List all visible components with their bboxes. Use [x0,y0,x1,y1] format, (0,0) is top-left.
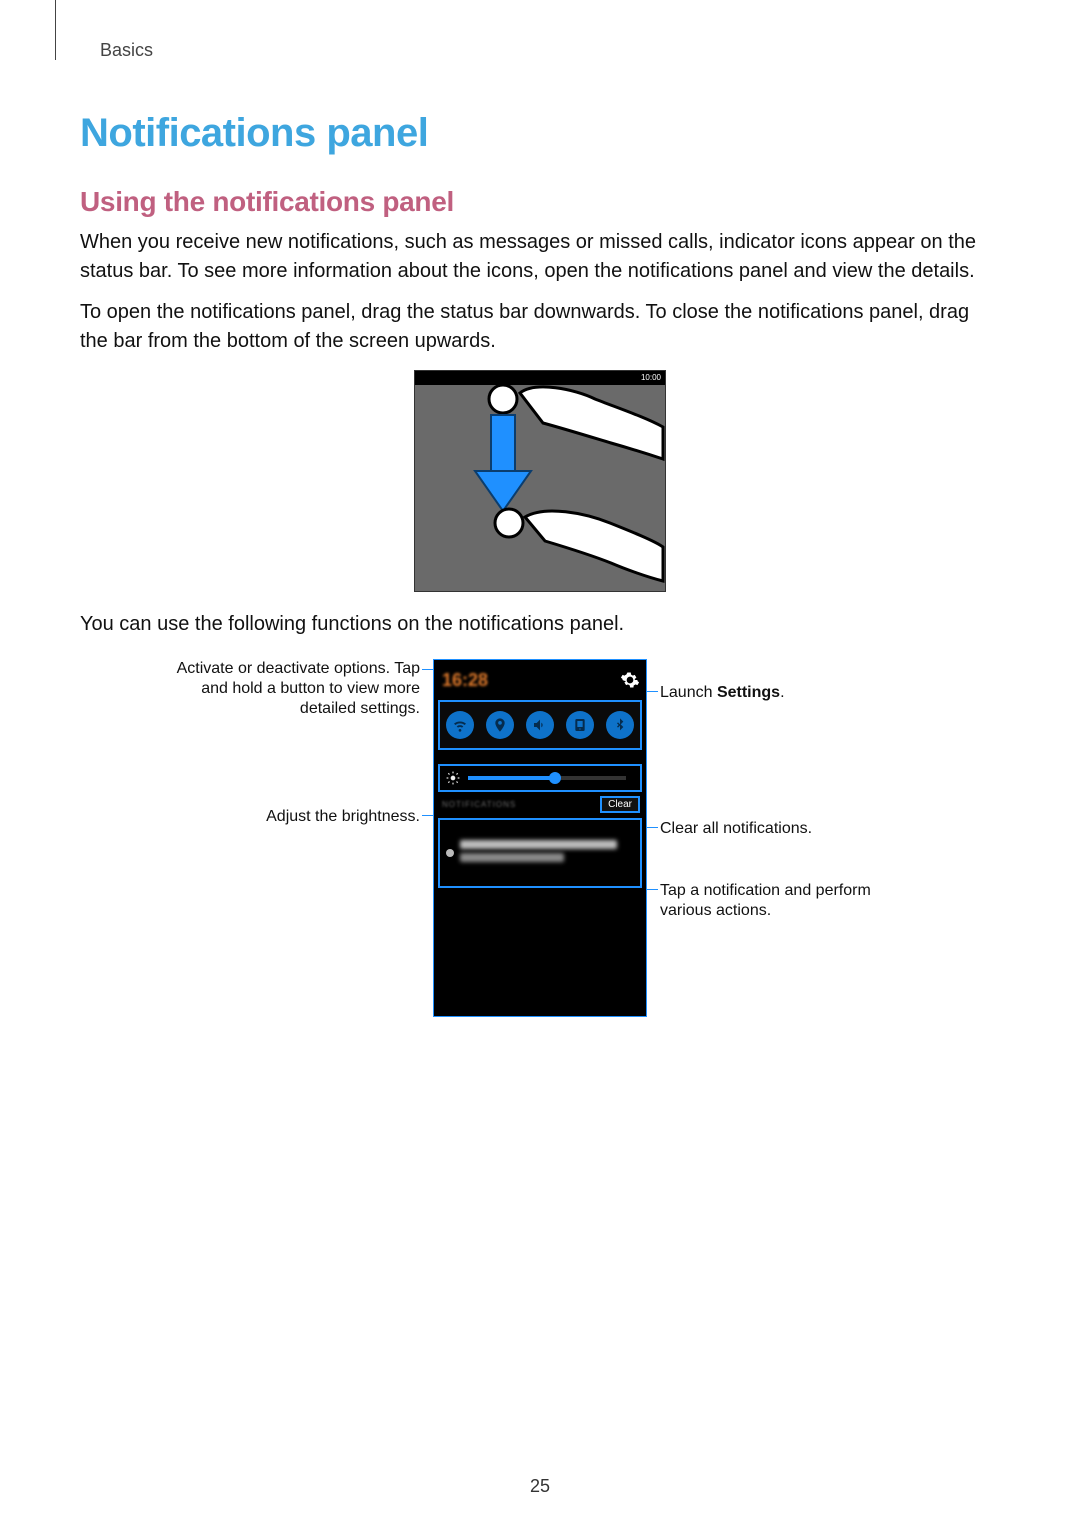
paragraph-1: When you receive new notifications, such… [80,228,1000,286]
bluetooth-icon[interactable] [606,711,634,739]
notification-text [460,840,634,866]
section-label: Basics [100,40,1000,61]
paragraph-2: To open the notifications panel, drag th… [80,298,1000,356]
notification-item[interactable] [438,818,642,888]
panel-header: 16:28 [434,666,646,694]
paragraph-3: You can use the following functions on t… [80,610,1000,639]
callout-settings-prefix: Launch [660,684,717,701]
sound-icon[interactable] [526,711,554,739]
callout-toggles: Activate or deactivate options. Tap and … [170,659,420,719]
quick-toggles[interactable] [438,700,642,750]
callout-settings: Launch Settings. [660,683,920,703]
drag-gesture-figure: 10:00 [414,370,666,592]
notifications-row: NOTIFICATIONS Clear [434,794,646,814]
callout-settings-bold: Settings [717,684,780,701]
panel-time: 16:28 [442,670,488,691]
gear-icon[interactable] [620,670,640,690]
clear-button[interactable]: Clear [600,796,640,813]
brightness-track[interactable] [468,776,626,780]
brightness-icon [446,771,460,785]
notification-dot-icon [446,849,454,857]
callout-tap: Tap a notification and perform various a… [660,881,920,921]
wifi-icon[interactable] [446,711,474,739]
rotate-icon[interactable] [566,711,594,739]
panel-figure-wrap: Activate or deactivate options. Tap and … [80,659,1000,1039]
callout-settings-suffix: . [780,684,784,701]
page-number: 25 [0,1476,1080,1497]
side-rule [55,0,56,60]
gesture-illustration [415,371,665,591]
callout-clear: Clear all notifications. [660,819,920,839]
notifications-panel-figure: 16:28 [433,659,647,1017]
brightness-slider[interactable] [438,764,642,792]
brightness-thumb[interactable] [549,772,561,784]
page-title: Notifications panel [80,111,1000,156]
notifications-label: NOTIFICATIONS [442,800,516,809]
subheading: Using the notifications panel [80,186,1000,218]
location-icon[interactable] [486,711,514,739]
callout-brightness: Adjust the brightness. [190,807,420,827]
